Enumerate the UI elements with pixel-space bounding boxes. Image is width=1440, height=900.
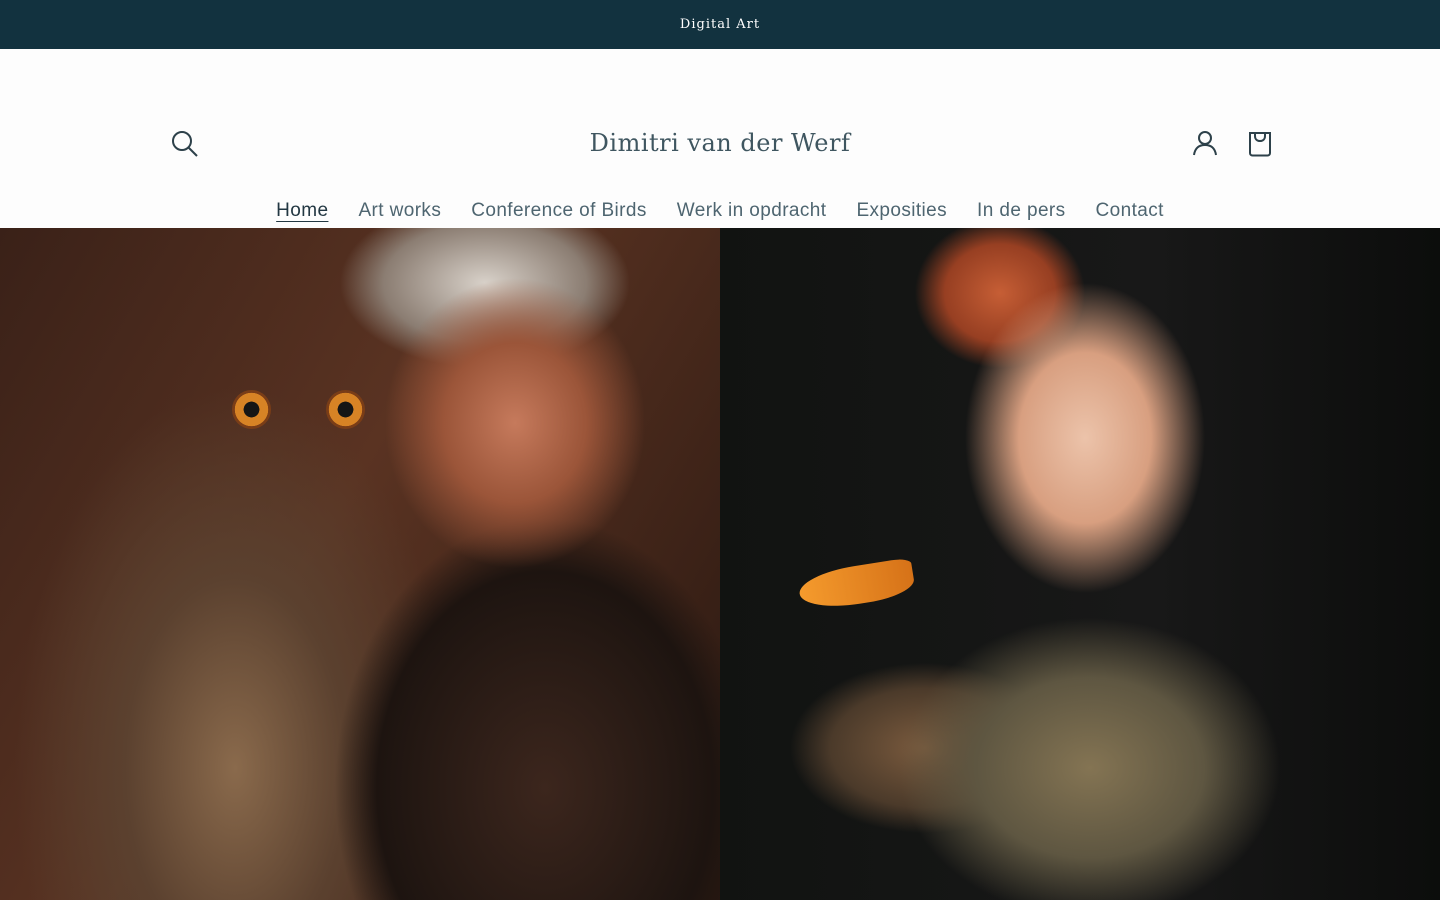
nav-contact[interactable]: Contact	[1096, 199, 1164, 223]
nav-art-works[interactable]: Art works	[358, 199, 441, 223]
nav-conference-of-birds[interactable]: Conference of Birds	[471, 199, 647, 223]
nav-werk-in-opdracht[interactable]: Werk in opdracht	[677, 199, 827, 223]
hero-gallery	[0, 228, 1440, 900]
artwork-duck-portrait[interactable]	[720, 228, 1440, 900]
account-icon[interactable]	[1190, 128, 1220, 158]
nav-exposities[interactable]: Exposities	[856, 199, 947, 223]
main-navigation: Home Art works Conference of Birds Werk …	[0, 199, 1440, 223]
owl-eye-left	[232, 390, 271, 429]
nav-home[interactable]: Home	[276, 199, 328, 223]
cart-icon[interactable]	[1245, 128, 1275, 158]
owl-eye-right	[326, 390, 365, 429]
site-title[interactable]: Dimitri van der Werf	[0, 129, 1440, 157]
nav-in-de-pers[interactable]: In de pers	[977, 199, 1066, 223]
duck-beak	[796, 557, 917, 613]
announcement-text: Digital Art	[679, 17, 761, 32]
artwork-owl-portrait[interactable]	[0, 228, 720, 900]
site-header: Dimitri van der Werf Home Art works Conf…	[0, 49, 1440, 228]
announcement-bar: Digital Art	[0, 0, 1440, 49]
